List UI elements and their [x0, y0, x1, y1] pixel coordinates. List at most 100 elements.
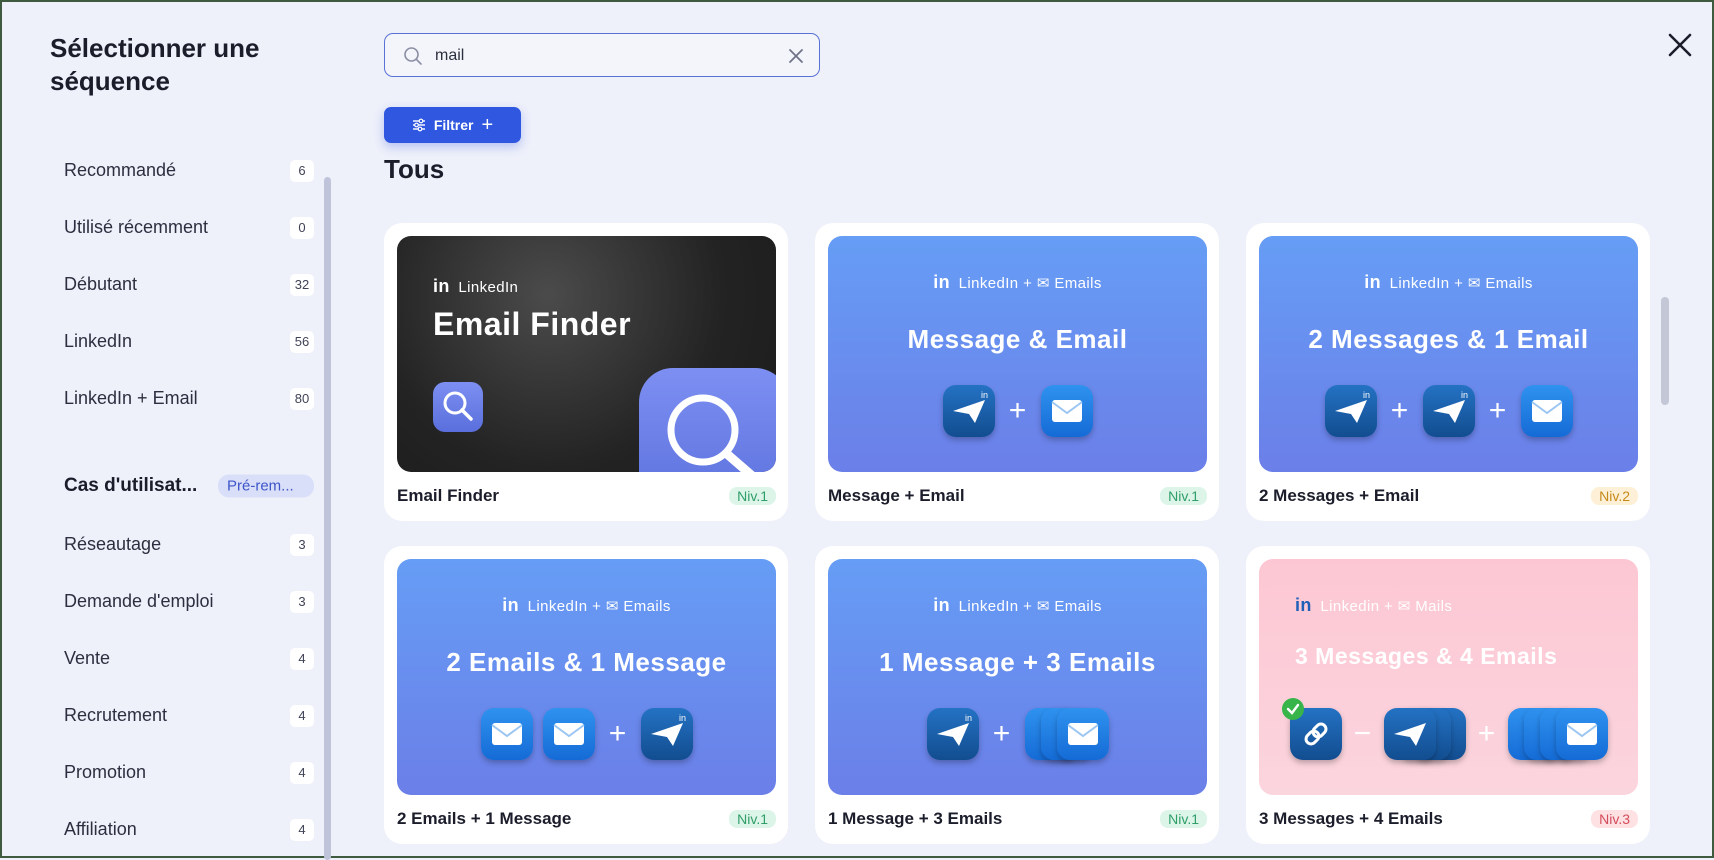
plus-operator: +: [1390, 394, 1409, 427]
email-icon: [542, 708, 595, 760]
sidebar-item-recently-used[interactable]: Utilisé récemment 0: [50, 199, 320, 256]
count-badge: 4: [290, 647, 314, 670]
sidebar-item-beginner[interactable]: Débutant 32: [50, 256, 320, 313]
card-headline: 2 Emails & 1 Message: [446, 647, 727, 677]
sliders-icon: [412, 118, 425, 132]
sequence-icons: in +: [828, 707, 1207, 761]
svg-text:in: in: [981, 390, 988, 400]
sidebar-item-sales[interactable]: Vente 4: [50, 630, 320, 687]
svg-text:in: in: [679, 713, 686, 723]
sequence-card[interactable]: in LinkedIn + ✉ Emails 2 Messages & 1 Em…: [1246, 223, 1650, 521]
count-badge: 32: [290, 273, 314, 296]
sidebar-item-label: Demande d'emploi: [64, 591, 214, 611]
plus-operator: +: [1488, 394, 1507, 427]
sequence-card[interactable]: in Linkedin + ✉ Mails 3 Messages & 4 Ema…: [1246, 546, 1650, 844]
sidebar-item-promotion[interactable]: Promotion 4: [50, 744, 320, 801]
sidebar-item-label: Promotion: [64, 762, 147, 782]
count-badge: 0: [290, 216, 314, 239]
count-badge: 56: [290, 330, 314, 353]
card-channel-tag: in LinkedIn + ✉ Emails: [828, 272, 1207, 293]
card-title: 2 Messages + Email: [1259, 486, 1420, 505]
main-scrollbar[interactable]: [1661, 297, 1669, 405]
card-thumbnail: in LinkedIn Email Finder: [397, 236, 776, 472]
channel-label: Linkedin + ✉ Mails: [1320, 598, 1453, 615]
email-icon: [1520, 385, 1573, 437]
count-badge: 3: [290, 590, 314, 613]
sidebar-item-networking[interactable]: Réseautage 3: [50, 516, 320, 573]
sidebar-item-label: Réseautage: [64, 534, 162, 554]
sidebar-item-label: Débutant: [64, 274, 138, 294]
email-icon: [480, 708, 533, 760]
linkedin-icon: in: [933, 272, 951, 292]
card-title: Message + Email: [828, 486, 965, 505]
search-box[interactable]: [384, 33, 820, 77]
search-icon: [404, 47, 422, 65]
sidebar-item-linkedin[interactable]: LinkedIn 56: [50, 313, 320, 370]
sidebar-item-label: Recommandé: [64, 160, 177, 180]
filter-button[interactable]: Filtrer +: [384, 107, 521, 143]
channel-label: LinkedIn: [458, 279, 519, 296]
card-channel-tag: in LinkedIn + ✉ Emails: [397, 595, 776, 616]
sequence-icons: + in: [397, 707, 776, 761]
sidebar-item-label: LinkedIn: [64, 331, 133, 351]
card-channel-tag: in LinkedIn: [433, 276, 518, 297]
email-icon: [1040, 385, 1093, 437]
channel-label: LinkedIn + ✉ Emails: [958, 275, 1102, 292]
prefilled-pill[interactable]: Pré-rem...: [218, 474, 314, 498]
sequence-icons: in +: [828, 384, 1207, 438]
sidebar-title: Sélectionner une séquence: [50, 33, 260, 96]
count-badge: 4: [290, 761, 314, 784]
close-icon[interactable]: [787, 47, 805, 65]
linkedin-icon: in: [502, 595, 520, 615]
email-stack-icon: [1024, 708, 1109, 760]
sequence-card[interactable]: in LinkedIn + ✉ Emails 1 Message + 3 Ema…: [815, 546, 1219, 844]
card-thumbnail: in LinkedIn + ✉ Emails Message & Email i…: [828, 236, 1207, 472]
magnifier-large-icon: [639, 368, 776, 472]
svg-text:in: in: [1363, 390, 1370, 400]
message-stack-icon: [1383, 708, 1466, 760]
sidebar-item-affiliation[interactable]: Affiliation 4: [50, 801, 320, 858]
plus-operator: +: [1477, 717, 1496, 750]
level-badge: Niv.3: [1591, 810, 1638, 828]
sidebar-item-linkedin-email[interactable]: LinkedIn + Email 80: [50, 370, 320, 427]
svg-text:in: in: [965, 713, 972, 723]
sidebar-item-label: Recrutement: [64, 705, 168, 725]
sidebar-item-label: Affiliation: [64, 819, 137, 839]
card-channel-tag: in LinkedIn + ✉ Emails: [828, 595, 1207, 616]
sequence-card[interactable]: in LinkedIn + ✉ Emails Message & Email i…: [815, 223, 1219, 521]
level-badge: Niv.1: [729, 810, 776, 828]
close-icon[interactable]: [1665, 30, 1695, 60]
card-thumbnail: in LinkedIn + ✉ Emails 1 Message + 3 Ema…: [828, 559, 1207, 795]
sidebar-item-recommended[interactable]: Recommandé 6: [50, 142, 320, 199]
sequence-card[interactable]: in LinkedIn Email Finder Email Finder Ni…: [384, 223, 788, 521]
sequence-card[interactable]: in LinkedIn + ✉ Emails 2 Emails & 1 Mess…: [384, 546, 788, 844]
use-cases-section-header: Cas d'utilisat... Pré-rem...: [50, 456, 320, 516]
plus-operator: +: [608, 717, 627, 750]
sidebar-scrollbar[interactable]: [324, 177, 331, 860]
channel-label: LinkedIn + ✉ Emails: [958, 598, 1102, 615]
level-badge: Niv.2: [1591, 487, 1638, 505]
linkedin-message-icon: in: [640, 708, 693, 760]
card-headline: 1 Message + 3 Emails: [879, 647, 1156, 677]
level-badge: Niv.1: [729, 487, 776, 505]
linkedin-message-icon: in: [942, 385, 995, 437]
category-list: Recommandé 6 Utilisé récemment 0 Débutan…: [50, 142, 320, 858]
sequence-icons: in + in +: [1259, 384, 1638, 438]
card-thumbnail: in LinkedIn + ✉ Emails 2 Messages & 1 Em…: [1259, 236, 1638, 472]
card-thumbnail: in Linkedin + ✉ Mails 3 Messages & 4 Ema…: [1259, 559, 1638, 795]
plus-icon: +: [481, 113, 494, 136]
sidebar-item-job-request[interactable]: Demande d'emploi 3: [50, 573, 320, 630]
count-badge: 4: [290, 818, 314, 841]
email-icon: [1056, 708, 1109, 760]
section-label: Cas d'utilisat...: [64, 475, 198, 496]
level-badge: Niv.1: [1160, 487, 1207, 505]
linkedin-message-icon: in: [926, 708, 979, 760]
sidebar-item-recruiting[interactable]: Recrutement 4: [50, 687, 320, 744]
linkedin-message-icon: [1383, 708, 1436, 760]
svg-text:in: in: [1461, 390, 1468, 400]
sequence-icons: − +: [1259, 698, 1638, 761]
channel-label: LinkedIn + ✉ Emails: [1389, 275, 1533, 292]
search-input[interactable]: [433, 42, 757, 70]
linkedin-icon: in: [1364, 272, 1382, 292]
card-headline: 2 Messages & 1 Email: [1308, 324, 1589, 354]
